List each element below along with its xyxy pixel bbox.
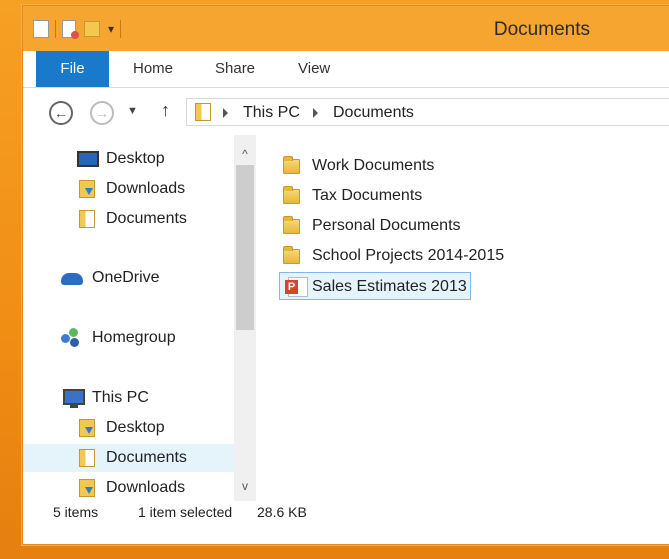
breadcrumb-documents[interactable]: Documents — [333, 104, 414, 122]
nav-item-pc-desktop[interactable]: Desktop — [23, 414, 235, 442]
status-bar: 5 items 1 item selected 28.6 KB — [23, 501, 669, 525]
nav-item-onedrive[interactable]: OneDrive — [23, 264, 235, 292]
nav-item-label: OneDrive — [92, 269, 160, 286]
properties-icon[interactable] — [33, 20, 49, 38]
address-bar[interactable]: This PC Documents — [186, 98, 669, 126]
quick-access-toolbar: ▾ — [33, 18, 127, 40]
file-name: Work Documents — [312, 157, 435, 174]
nav-item-label: Desktop — [106, 150, 165, 167]
onedrive-cloud-icon — [61, 273, 83, 285]
file-name: Sales Estimates 2013 — [312, 278, 467, 295]
file-name: Personal Documents — [312, 217, 461, 234]
selection-count: 1 item selected — [138, 504, 233, 520]
scrollbar-thumb[interactable] — [236, 165, 254, 330]
nav-item-label: Downloads — [106, 180, 186, 197]
recent-locations-button[interactable]: ▼ — [127, 105, 138, 117]
navigation-pane: Desktop Downloads Documents OneDrive Hom… — [23, 135, 259, 501]
nav-item-downloads[interactable]: Downloads — [23, 175, 235, 203]
documents-folder-icon — [79, 210, 95, 228]
nav-item-this-pc[interactable]: This PC — [23, 384, 235, 412]
arrow-up-icon: ↑ — [161, 100, 170, 120]
tab-view[interactable]: View — [298, 51, 330, 87]
nav-item-label: Documents — [106, 449, 187, 466]
breadcrumb-separator-icon[interactable] — [223, 108, 228, 118]
homegroup-icon — [61, 328, 81, 348]
documents-folder-icon — [195, 103, 211, 121]
folder-icon — [283, 186, 300, 204]
nav-item-label: Downloads — [106, 479, 186, 496]
powerpoint-file-icon — [285, 277, 308, 297]
scroll-down-button[interactable]: v — [238, 479, 252, 493]
folder-icon — [283, 246, 300, 264]
nav-item-label: Homegroup — [92, 329, 176, 346]
computer-icon — [63, 389, 85, 408]
tab-file[interactable]: File — [36, 51, 109, 87]
toolbar-divider — [120, 20, 122, 38]
tab-share[interactable]: Share — [215, 51, 255, 87]
nav-item-label: This PC — [92, 389, 149, 406]
chevron-down-icon: v — [242, 479, 248, 493]
downloads-icon — [79, 479, 95, 497]
nav-item-pc-documents[interactable]: Documents — [23, 444, 235, 472]
window-bottom-edge — [23, 525, 669, 544]
breadcrumb-separator-icon[interactable] — [313, 108, 318, 118]
new-document-icon[interactable] — [62, 20, 79, 39]
file-name: School Projects 2014-2015 — [312, 247, 505, 264]
item-count: 5 items — [53, 504, 99, 520]
address-row: ← → ▼ ↑ This PC Documents — [23, 88, 669, 133]
tab-home[interactable]: Home — [133, 51, 173, 87]
up-button[interactable]: ↑ — [161, 100, 170, 121]
arrow-right-icon: → — [95, 105, 109, 121]
nav-item-label: Desktop — [106, 419, 165, 436]
desktop-folder-icon — [79, 419, 95, 437]
scroll-up-button[interactable]: ^ — [238, 147, 252, 161]
downloads-icon — [79, 180, 95, 198]
ribbon-tabs: File Home Share View — [23, 51, 669, 88]
file-name: Tax Documents — [312, 187, 423, 204]
breadcrumb-this-pc[interactable]: This PC — [243, 104, 300, 122]
toolbar-divider — [55, 20, 56, 38]
nav-item-label: Documents — [106, 210, 187, 227]
folder-icon — [283, 216, 300, 234]
title-bar[interactable]: ▾ Documents — [23, 6, 669, 51]
file-list: Work Documents Tax Documents Personal Do… — [259, 135, 669, 501]
documents-folder-icon — [79, 449, 95, 467]
explorer-window: ▾ Documents File Home Share View ← → ▼ ↑… — [22, 5, 669, 545]
nav-item-desktop[interactable]: Desktop — [23, 145, 235, 173]
list-item-file-selected[interactable]: Sales Estimates 2013 — [279, 272, 471, 300]
customize-toolbar-icon[interactable]: ▾ — [108, 22, 114, 36]
folder-icon — [283, 156, 300, 174]
selection-size: 28.6 KB — [257, 504, 307, 520]
desktop-icon — [77, 151, 99, 167]
chevron-up-icon: ^ — [242, 147, 248, 161]
nav-item-pc-downloads[interactable]: Downloads — [23, 474, 235, 502]
nav-item-homegroup[interactable]: Homegroup — [23, 324, 235, 352]
back-button[interactable]: ← — [49, 101, 73, 125]
arrow-left-icon: ← — [54, 105, 68, 121]
window-title: Documents — [493, 19, 590, 40]
chevron-down-icon: ▼ — [127, 105, 138, 117]
nav-scrollbar[interactable]: ^ v — [234, 135, 256, 501]
forward-button[interactable]: → — [90, 101, 114, 125]
new-folder-icon[interactable] — [84, 21, 100, 37]
nav-item-documents[interactable]: Documents — [23, 205, 235, 233]
